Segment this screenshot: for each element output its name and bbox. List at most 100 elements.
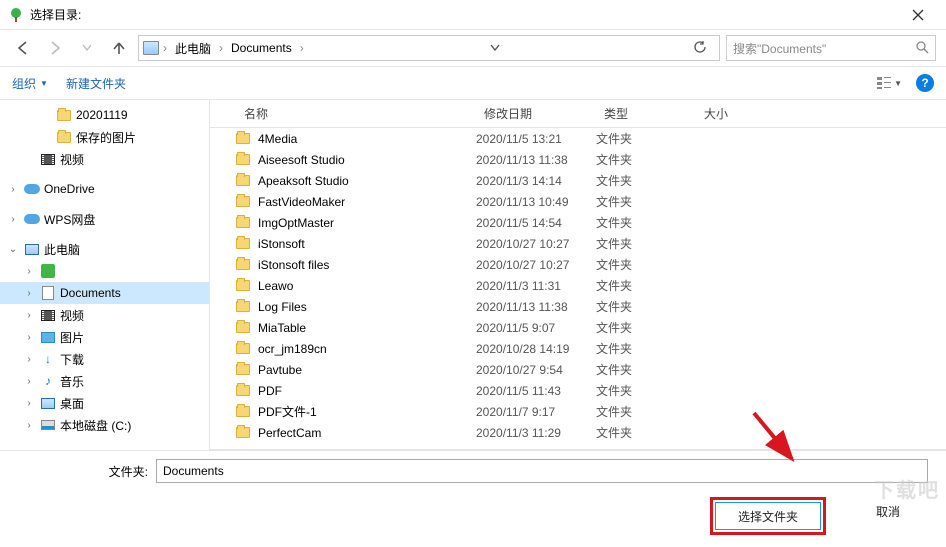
folder-icon: [236, 343, 252, 354]
file-row[interactable]: iStonsoft files2020/10/27 10:27文件夹: [210, 254, 946, 275]
tree-item[interactable]: ›Documents: [0, 282, 209, 304]
file-type: 文件夹: [596, 319, 696, 336]
history-dropdown[interactable]: [74, 35, 100, 61]
chevron-down-icon: ▼: [40, 79, 48, 88]
folder-icon: [236, 280, 252, 291]
search-input[interactable]: 搜索"Documents": [726, 35, 936, 61]
file-name: Pavtube: [258, 363, 476, 377]
refresh-button[interactable]: [685, 40, 715, 57]
expand-icon[interactable]: ›: [22, 420, 36, 431]
tree-item[interactable]: ›桌面: [0, 392, 209, 414]
new-folder-button[interactable]: 新建文件夹: [66, 75, 126, 92]
file-name: Aiseesoft Studio: [258, 153, 476, 167]
expand-icon[interactable]: ›: [6, 214, 20, 225]
tree-item[interactable]: 保存的图片: [0, 126, 209, 148]
breadcrumb-pc[interactable]: 此电脑: [171, 40, 215, 57]
file-row[interactable]: 4Media2020/11/5 13:21文件夹: [210, 128, 946, 149]
folder-tree[interactable]: 20201119保存的图片视频›OneDrive›WPS网盘⌄此电脑››Docu…: [0, 100, 210, 450]
toolbar: 组织 ▼ 新建文件夹 ▼ ?: [0, 66, 946, 100]
forward-button[interactable]: [42, 35, 68, 61]
folder-icon: [236, 364, 252, 375]
expand-icon[interactable]: ⌄: [6, 244, 20, 255]
body-area: 20201119保存的图片视频›OneDrive›WPS网盘⌄此电脑››Docu…: [0, 100, 946, 450]
expand-icon[interactable]: ›: [22, 266, 36, 277]
expand-icon[interactable]: ›: [22, 288, 36, 299]
expand-icon[interactable]: ›: [22, 398, 36, 409]
expand-icon[interactable]: ›: [22, 310, 36, 321]
file-row[interactable]: PDF文件-12020/11/7 9:17文件夹: [210, 401, 946, 422]
file-name: Apeaksoft Studio: [258, 174, 476, 188]
refresh-icon: [693, 40, 707, 54]
tree-item[interactable]: › OneDrive: [0, 178, 209, 200]
folder-label: 文件夹:: [18, 463, 148, 480]
tree-item[interactable]: ⌄ 此电脑: [0, 238, 209, 260]
file-row[interactable]: FastVideoMaker2020/11/13 10:49文件夹: [210, 191, 946, 212]
file-type: 文件夹: [596, 151, 696, 168]
file-rows[interactable]: 4Media2020/11/5 13:21文件夹Aiseesoft Studio…: [210, 128, 946, 450]
folder-icon: [236, 427, 252, 438]
tree-label: 20201119: [76, 108, 128, 122]
chevron-down-icon: [82, 44, 92, 52]
title-bar: 选择目录:: [0, 0, 946, 30]
file-type: 文件夹: [596, 172, 696, 189]
file-row[interactable]: Pavtube2020/10/27 9:54文件夹: [210, 359, 946, 380]
tree-icon: [56, 129, 72, 145]
col-date[interactable]: 修改日期: [476, 105, 596, 122]
organize-menu[interactable]: 组织: [12, 75, 36, 92]
file-row[interactable]: Log Files2020/11/13 11:38文件夹: [210, 296, 946, 317]
tree-item[interactable]: ›本地磁盘 (C:): [0, 414, 209, 436]
tree-item[interactable]: ›↓下载: [0, 348, 209, 370]
file-list: 名称 修改日期 类型 大小 4Media2020/11/5 13:21文件夹Ai…: [210, 100, 946, 450]
file-row[interactable]: ocr_jm189cn2020/10/28 14:19文件夹: [210, 338, 946, 359]
up-button[interactable]: [106, 35, 132, 61]
arrow-up-icon: [111, 40, 127, 56]
file-row[interactable]: MiaTable2020/11/5 9:07文件夹: [210, 317, 946, 338]
file-name: MiaTable: [258, 321, 476, 335]
help-button[interactable]: ?: [916, 74, 934, 92]
file-row[interactable]: Aiseesoft Studio2020/11/13 11:38文件夹: [210, 149, 946, 170]
nav-bar: › 此电脑 › Documents › 搜索"Documents": [0, 30, 946, 66]
col-size[interactable]: 大小: [696, 105, 776, 122]
file-row[interactable]: Apeaksoft Studio2020/11/3 14:14文件夹: [210, 170, 946, 191]
file-type: 文件夹: [596, 298, 696, 315]
tree-item[interactable]: › WPS网盘: [0, 208, 209, 230]
select-folder-button[interactable]: 选择文件夹: [715, 502, 821, 530]
file-row[interactable]: PerfectCam2020/11/3 11:29文件夹: [210, 422, 946, 443]
folder-name-input[interactable]: [156, 459, 928, 483]
file-type: 文件夹: [596, 361, 696, 378]
close-button[interactable]: [898, 0, 938, 29]
path-dropdown[interactable]: [482, 41, 508, 55]
tree-label: WPS网盘: [44, 211, 95, 228]
tree-label: 此电脑: [44, 241, 80, 258]
expand-icon[interactable]: ›: [22, 332, 36, 343]
file-row[interactable]: Leawo2020/11/3 11:31文件夹: [210, 275, 946, 296]
file-row[interactable]: ImgOptMaster2020/11/5 14:54文件夹: [210, 212, 946, 233]
breadcrumb-folder[interactable]: Documents: [227, 41, 296, 55]
file-date: 2020/11/13 10:49: [476, 195, 596, 209]
tree-label: OneDrive: [44, 182, 95, 196]
col-type[interactable]: 类型: [596, 105, 696, 122]
tree-label: 视频: [60, 307, 84, 324]
expand-icon[interactable]: ›: [6, 184, 20, 195]
tree-item[interactable]: ›图片: [0, 326, 209, 348]
arrow-left-icon: [15, 40, 31, 56]
folder-icon: [236, 175, 252, 186]
view-options[interactable]: ▼: [876, 76, 902, 90]
tree-item[interactable]: › 视频: [0, 304, 209, 326]
path-breadcrumb[interactable]: › 此电脑 › Documents ›: [138, 35, 720, 61]
cancel-button[interactable]: 取消: [854, 497, 922, 525]
expand-icon[interactable]: ›: [22, 376, 36, 387]
file-row[interactable]: PDF2020/11/5 11:43文件夹: [210, 380, 946, 401]
file-name: Leawo: [258, 279, 476, 293]
tree-item[interactable]: ›♪音乐: [0, 370, 209, 392]
file-row[interactable]: iStonsoft2020/10/27 10:27文件夹: [210, 233, 946, 254]
tree-item[interactable]: ›: [0, 260, 209, 282]
file-date: 2020/11/13 11:38: [476, 300, 596, 314]
file-type: 文件夹: [596, 193, 696, 210]
tree-item[interactable]: 视频: [0, 148, 209, 170]
back-button[interactable]: [10, 35, 36, 61]
tree-item[interactable]: 20201119: [0, 104, 209, 126]
file-date: 2020/11/5 13:21: [476, 132, 596, 146]
col-name[interactable]: 名称: [236, 105, 476, 122]
expand-icon[interactable]: ›: [22, 354, 36, 365]
